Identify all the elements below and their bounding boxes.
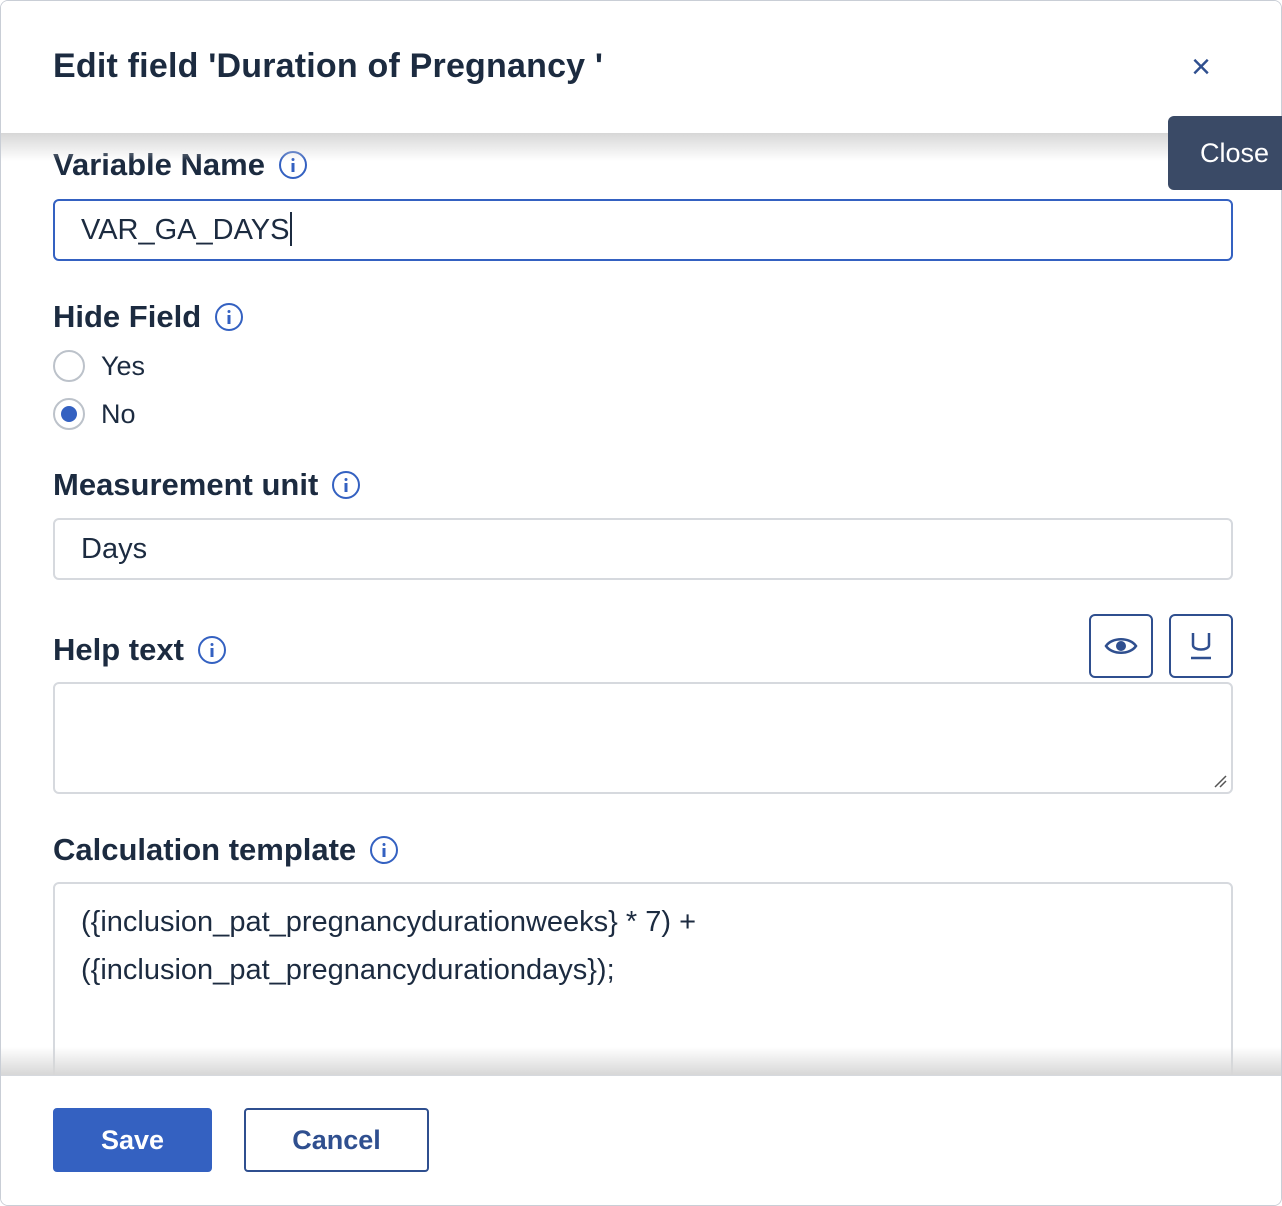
radio-yes-label: Yes: [101, 350, 146, 381]
scroll-shadow-top: [1, 133, 1281, 161]
cancel-button[interactable]: Cancel: [244, 1108, 429, 1172]
close-tooltip: Close: [1168, 116, 1282, 190]
calculation-template-label: Calculation template: [53, 832, 399, 868]
info-icon[interactable]: [370, 836, 399, 864]
dialog-title: Edit field 'Duration of Pregnancy ': [53, 47, 604, 85]
help-text-label-text: Help text: [53, 632, 184, 667]
measurement-unit-value: Days: [81, 533, 148, 565]
variable-name-input[interactable]: VAR_GA_DAYS: [53, 199, 1233, 261]
info-icon[interactable]: [197, 636, 226, 664]
underline-button[interactable]: [1169, 614, 1233, 678]
info-icon[interactable]: [215, 303, 244, 331]
help-text-label: Help text: [53, 632, 226, 668]
measurement-unit-label-text: Measurement unit: [53, 467, 319, 502]
text-caret: [290, 212, 293, 247]
underline-icon: [1191, 633, 1211, 660]
save-button[interactable]: Save: [53, 1108, 212, 1172]
edit-field-dialog: Variable Name VAR_GA_DAYS Hide Field Yes…: [0, 0, 1282, 1206]
calculation-line: ({inclusion_pat_pregnancydurationdays});: [81, 954, 615, 986]
calculation-line: ({inclusion_pat_pregnancydurationweeks} …: [81, 906, 697, 938]
dialog-header: Edit field 'Duration of Pregnancy ' ×: [1, 1, 1281, 134]
preview-button[interactable]: [1089, 614, 1153, 678]
radio-no[interactable]: [53, 398, 85, 430]
calculation-template-label-text: Calculation template: [53, 832, 357, 867]
radio-yes[interactable]: [53, 350, 85, 382]
hide-field-option-yes[interactable]: Yes: [53, 350, 145, 382]
hide-field-option-no[interactable]: No: [53, 398, 136, 430]
close-icon[interactable]: ×: [1185, 50, 1217, 84]
eye-icon: [1104, 638, 1138, 654]
measurement-unit-label: Measurement unit: [53, 467, 361, 503]
help-text-textarea[interactable]: [53, 682, 1233, 794]
resize-handle-icon[interactable]: [1213, 774, 1227, 788]
hide-field-label: Hide Field: [53, 299, 244, 335]
variable-name-value: VAR_GA_DAYS: [81, 214, 290, 246]
info-icon[interactable]: [332, 471, 361, 499]
hide-field-label-text: Hide Field: [53, 299, 202, 334]
scroll-shadow-bottom: [1, 1047, 1281, 1075]
radio-no-label: No: [101, 398, 136, 429]
measurement-unit-input[interactable]: Days: [53, 518, 1233, 580]
calculation-template-code: ({inclusion_pat_pregnancydurationweeks} …: [81, 898, 696, 994]
